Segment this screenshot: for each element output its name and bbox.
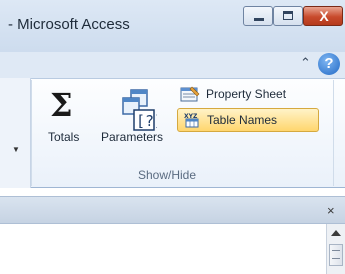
property-sheet-icon <box>180 86 200 102</box>
minimize-icon <box>254 18 264 21</box>
table-names-icon: XYZ <box>184 113 199 128</box>
totals-button[interactable]: Totals <box>48 130 79 144</box>
close-icon[interactable]: × <box>327 203 335 218</box>
group-divider <box>333 80 334 186</box>
svg-text:[?]: [?] <box>136 112 157 130</box>
group-divider <box>31 80 32 186</box>
sigma-icon[interactable]: Σ <box>50 86 73 124</box>
table-names-label: Table Names <box>207 113 278 127</box>
ribbon-left-group <box>0 78 31 188</box>
chevron-down-icon[interactable]: ▼ <box>12 145 20 154</box>
close-button[interactable]: X <box>303 6 343 26</box>
scroll-up-arrow-icon[interactable] <box>331 230 341 236</box>
grip-icon <box>332 250 340 259</box>
parameters-button[interactable]: Parameters <box>101 130 163 144</box>
window-title: - Microsoft Access <box>8 16 130 33</box>
minimize-button[interactable] <box>243 6 273 26</box>
caret-up-icon[interactable]: ⌃ <box>300 55 311 71</box>
help-button[interactable]: ? <box>318 53 340 75</box>
document-area <box>0 224 345 274</box>
property-sheet-label: Property Sheet <box>206 87 287 101</box>
maximize-icon <box>283 11 293 20</box>
document-tab-bar <box>0 196 345 224</box>
table-names-button[interactable]: XYZ Table Names <box>177 108 319 132</box>
ribbon-tabs-row <box>0 52 345 78</box>
close-icon: X <box>319 8 329 24</box>
maximize-button[interactable] <box>273 6 303 26</box>
group-label: Show/Hide <box>138 168 197 182</box>
parameters-icon[interactable]: [?] <box>117 88 157 132</box>
